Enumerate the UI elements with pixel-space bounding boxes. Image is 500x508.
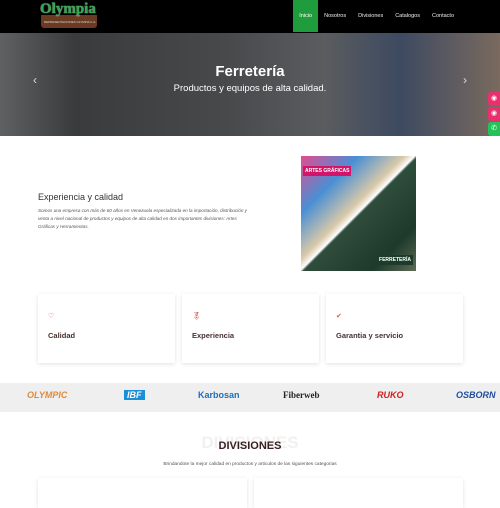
medal-icon: 🏅︎: [192, 313, 201, 320]
feature-title: Experiencia: [192, 331, 235, 340]
feature-card-experiencia: 🏅︎ Experiencia: [182, 294, 319, 363]
divisions-title: DIVISIONES: [218, 440, 282, 452]
divisions-image: ARTES GRÁFICAS FERRETERÍA: [301, 156, 416, 271]
logo-subtext: REPRESENTACIONES OLYMPIA C.A.: [44, 20, 97, 24]
brands-strip: OLYMPIC IBF Karbosan Fiberweb RUKO OSBOR…: [0, 383, 500, 412]
nav-inicio[interactable]: Inicio: [293, 0, 319, 32]
heart-icon: ♡: [48, 313, 55, 320]
nav-nosotros[interactable]: Nosotros: [318, 0, 352, 32]
about-text: Somos una empresa con más de 60 años en …: [38, 208, 247, 229]
shield-check-icon: ✔: [336, 313, 342, 320]
whatsapp-icon[interactable]: ✆: [488, 122, 500, 136]
feature-card-calidad: ♡ Calidad: [38, 294, 175, 363]
feature-title: Calidad: [48, 331, 76, 340]
nav-contacto[interactable]: Contacto: [426, 0, 460, 32]
nav-catalogos[interactable]: Catalogos: [389, 0, 426, 32]
logo-text: Olympia: [40, 1, 96, 17]
logo[interactable]: Olympia REPRESENTACIONES OLYMPIA C.A.: [40, 1, 97, 28]
brand-olympic: OLYMPIC: [27, 390, 68, 400]
image-label-ferreteria: FERRETERÍA: [377, 255, 413, 265]
nav-divisiones[interactable]: Divisiones: [352, 0, 389, 32]
main-nav: Inicio Nosotros Divisiones Catalogos Con…: [293, 0, 460, 32]
header: Olympia REPRESENTACIONES OLYMPIA C.A. In…: [0, 0, 500, 33]
brand-fiberweb: Fiberweb: [283, 390, 320, 400]
feature-title: Garantia y servicio: [336, 331, 404, 340]
feature-card-garantia: ✔ Garantia y servicio: [326, 294, 463, 363]
image-label-artes: ARTES GRÁFICAS: [303, 166, 352, 176]
instagram-icon[interactable]: ◉: [488, 107, 500, 121]
brand-ruko: RUKO: [377, 390, 404, 400]
divisions-subtitle: Brindandote la mejor calidad en producto…: [163, 462, 337, 467]
hero-carousel: ‹ › Ferretería Productos y equipos de al…: [0, 33, 500, 136]
division-card[interactable]: [254, 478, 463, 508]
hero-title: Ferretería: [215, 63, 285, 80]
brand-karbosan: Karbosan: [198, 390, 240, 400]
division-card[interactable]: [38, 478, 247, 508]
brand-osborn: OSBORN: [456, 390, 496, 400]
instagram-icon[interactable]: ◉: [488, 92, 500, 106]
about-title: Experiencia y calidad: [38, 192, 124, 202]
hero-subtitle: Productos y equipos de alta calidad.: [173, 83, 327, 94]
brand-ibf: IBF: [124, 390, 145, 400]
